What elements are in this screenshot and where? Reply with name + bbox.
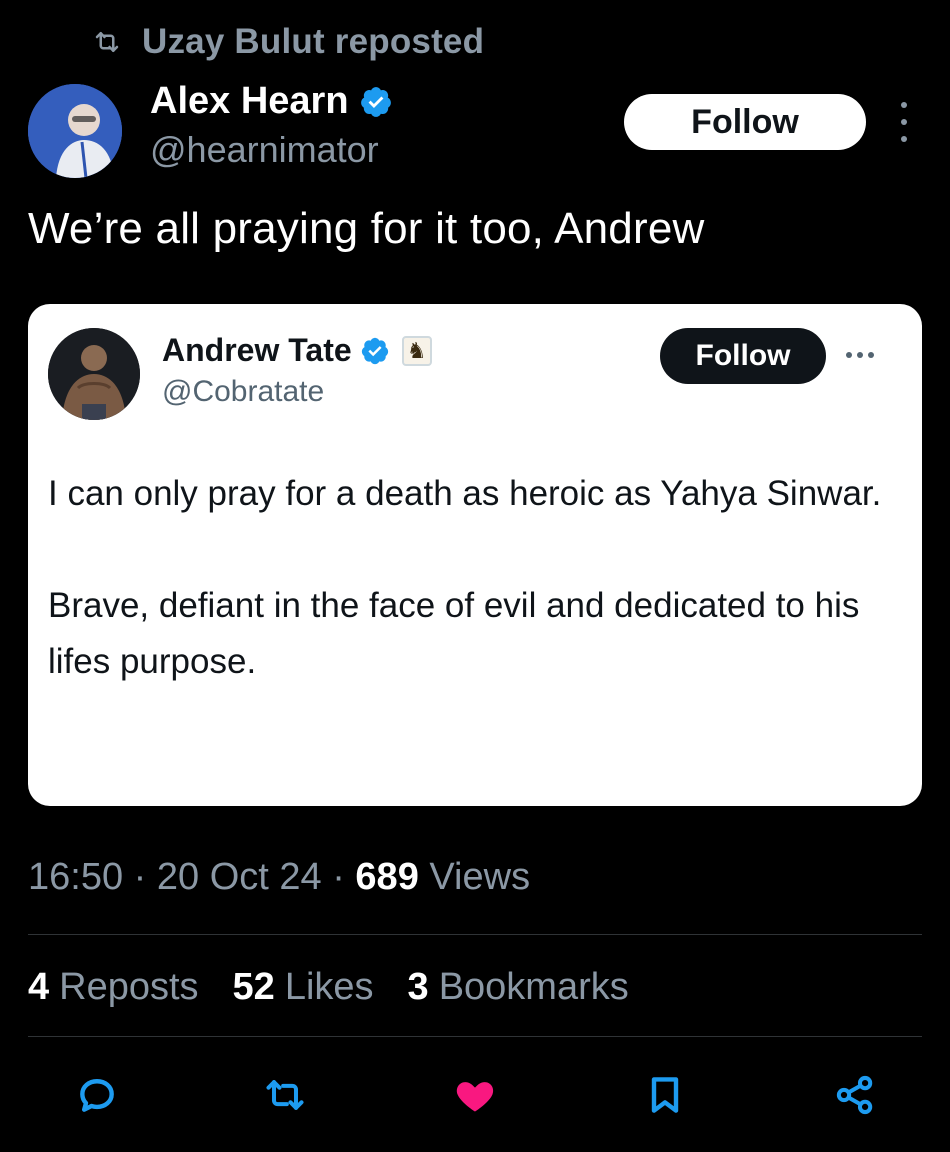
quoted-author-name[interactable]: Andrew Tate: [162, 332, 352, 369]
likes-count: 52: [232, 966, 275, 1008]
more-options-icon[interactable]: [894, 102, 914, 142]
likes-label: Likes: [284, 966, 374, 1008]
quoted-author-handle[interactable]: @Cobratate: [162, 375, 432, 409]
quoted-tweet-text: I can only pray for a death as heroic as…: [48, 466, 898, 690]
reposts-stat[interactable]: 4 Reposts: [28, 966, 199, 1009]
divider: [28, 1036, 922, 1037]
bookmarks-stat[interactable]: 3 Bookmarks: [408, 966, 629, 1009]
heart-icon[interactable]: [450, 1070, 500, 1120]
meta-separator: ·: [332, 856, 345, 898]
author-info[interactable]: Alex Hearn @hearnimator: [150, 80, 393, 171]
verified-badge-icon: [359, 85, 393, 119]
reposts-label: Reposts: [59, 966, 199, 1008]
tweet-meta: 16:50 · 20 Oct 24 · 689 Views: [28, 856, 530, 899]
action-bar: [0, 1070, 950, 1120]
quoted-author-avatar[interactable]: [48, 328, 140, 420]
engagement-stats: 4 Reposts 52 Likes 3 Bookmarks: [28, 966, 629, 1009]
bookmarks-count: 3: [407, 966, 429, 1008]
quoted-author-info[interactable]: Andrew Tate ♞ @Cobratate: [162, 332, 432, 409]
repost-context[interactable]: Uzay Bulut reposted: [92, 22, 484, 62]
likes-stat[interactable]: 52 Likes: [233, 966, 374, 1009]
meta-separator: ·: [133, 856, 147, 898]
views-count: 689: [355, 856, 419, 898]
share-icon[interactable]: [830, 1070, 880, 1120]
quoted-paragraph-2: Brave, defiant in the face of evil and d…: [48, 586, 860, 681]
repost-icon: [92, 27, 122, 57]
bookmarks-label: Bookmarks: [438, 966, 629, 1008]
repost-label: Uzay Bulut reposted: [142, 22, 485, 61]
bookmark-icon[interactable]: [640, 1070, 690, 1120]
quoted-verified-badge-icon: [360, 336, 390, 366]
quoted-tweet-card[interactable]: Andrew Tate ♞ @Cobratate Follow I can on…: [28, 304, 922, 806]
repost-action-icon[interactable]: [260, 1070, 310, 1120]
views-label: Views: [429, 856, 531, 898]
quoted-follow-button[interactable]: Follow: [660, 328, 826, 384]
tweet-date[interactable]: 20 Oct 24: [157, 856, 322, 898]
author-handle[interactable]: @hearnimator: [150, 129, 393, 171]
reposts-count: 4: [28, 966, 50, 1008]
quoted-paragraph-1: I can only pray for a death as heroic as…: [48, 474, 882, 513]
follow-button[interactable]: Follow: [624, 94, 866, 150]
quoted-more-options-icon[interactable]: [846, 352, 874, 358]
tweet-text: We’re all praying for it too, Andrew: [28, 204, 705, 253]
author-name[interactable]: Alex Hearn: [150, 80, 349, 123]
author-avatar[interactable]: [28, 84, 122, 178]
tweet-time[interactable]: 16:50: [28, 856, 123, 898]
chess-knight-icon: ♞: [401, 335, 432, 366]
divider: [28, 934, 922, 935]
reply-icon[interactable]: [72, 1070, 122, 1120]
